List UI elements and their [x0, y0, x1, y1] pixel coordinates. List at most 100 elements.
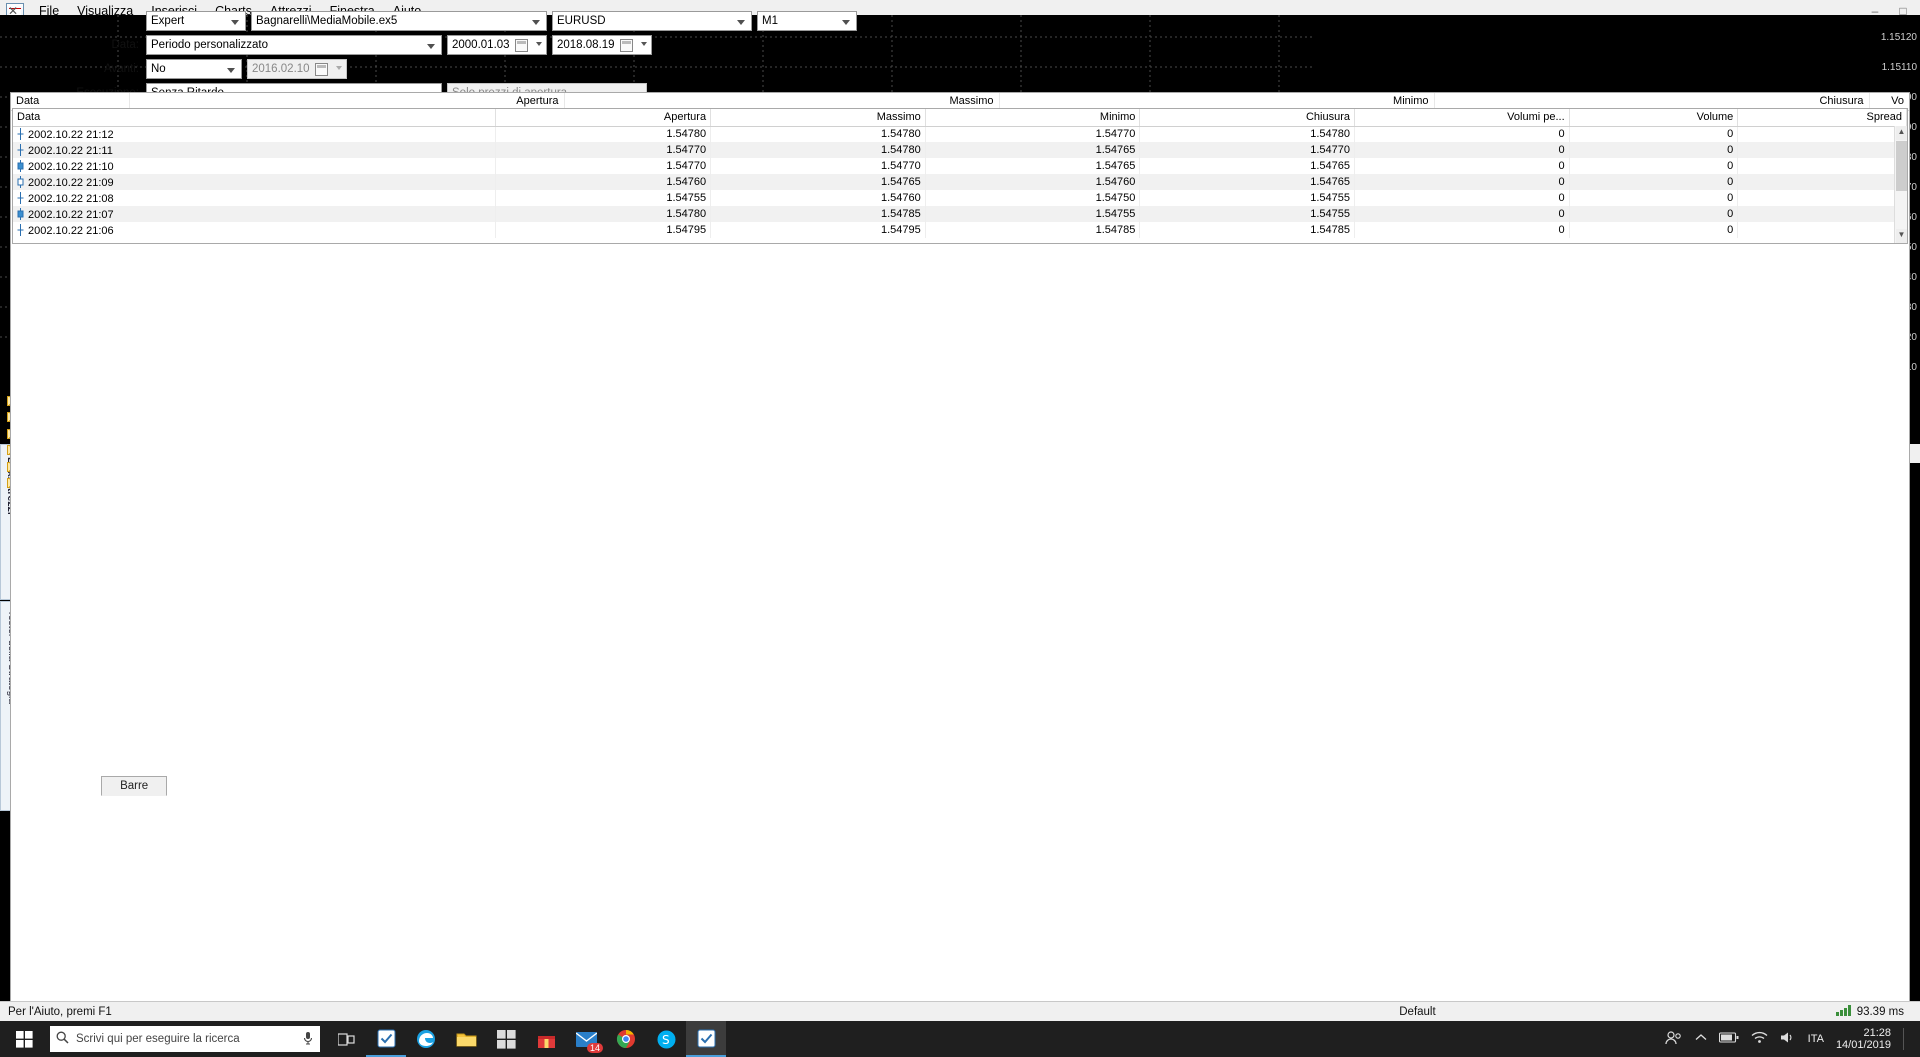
battery-icon[interactable] — [1718, 1032, 1739, 1046]
date-from-input[interactable]: 2000.01.03 — [447, 34, 547, 55]
imp-cell-massimo: 1.54785 — [710, 206, 926, 222]
calendar-icon[interactable] — [620, 38, 633, 52]
volume-icon[interactable] — [1780, 1031, 1796, 1047]
tray-clock[interactable]: 21:28 14/01/2019 — [1836, 1027, 1891, 1051]
imp-cell-volumi-pe: 0 — [1354, 190, 1570, 206]
imp-col-minimo[interactable]: Minimo — [925, 109, 1141, 127]
search-placeholder-text: Scrivi qui per eseguire la ricerca — [76, 1033, 240, 1045]
table-row[interactable]: 2002.10.22 21:07 1.54780 1.54785 1.54755 1.5… — [13, 206, 1907, 222]
taskbar-item-edge[interactable] — [406, 1021, 446, 1057]
imp-col-data[interactable]: Data — [13, 109, 497, 127]
show-desktop-button[interactable] — [1903, 1028, 1908, 1050]
imp-cell-apertura: 1.54780 — [495, 126, 712, 142]
imp-cell-apertura: 1.54755 — [495, 190, 712, 206]
task-view-icon[interactable] — [326, 1021, 366, 1057]
scroll-thumb[interactable] — [1896, 141, 1907, 191]
table-row[interactable]: 2002.10.22 21:12 1.54780 1.54780 1.54770 1.5… — [13, 126, 1907, 142]
tray-lang[interactable]: ITA — [1808, 1033, 1824, 1045]
imp-cell-data: 2002.10.22 21:09 — [13, 174, 497, 190]
data-mode-select[interactable]: Periodo personalizzato — [146, 34, 442, 55]
imp-col-volumi-pe[interactable]: Volumi pe... — [1354, 109, 1570, 127]
calendar-icon[interactable] — [515, 38, 528, 52]
ping-value: 93.39 ms — [1856, 1005, 1904, 1018]
scroll-down-icon[interactable]: ▼ — [1896, 229, 1907, 243]
chevron-up-icon[interactable] — [1695, 1033, 1707, 1045]
imp-cell-chiusura: 1.54765 — [1139, 174, 1356, 190]
signal-icon — [1835, 1004, 1852, 1019]
candle-doji-icon — [17, 223, 24, 236]
taskbar-item-store[interactable] — [486, 1021, 526, 1057]
imp-cell-spread: 0 — [1737, 158, 1907, 174]
imp-cell-volumi-pe: 0 — [1354, 126, 1570, 142]
chevron-down-icon — [336, 65, 342, 70]
expert-path-select[interactable]: Bagnarelli\MediaMobile.ex5 — [251, 10, 547, 31]
imp-col-volume[interactable]: Volume — [1569, 109, 1739, 127]
imp-cell-apertura: 1.54795 — [495, 222, 712, 238]
imp-cell-apertura: 1.54760 — [495, 174, 712, 190]
date-to-value: 2018.08.19 — [557, 38, 615, 51]
windows-taskbar: Scrivi qui per eseguire la ricerca 14 S … — [0, 1021, 1920, 1057]
calendar-icon — [315, 62, 328, 76]
imp-cell-massimo: 1.54780 — [710, 142, 926, 158]
import-table-scrollbar[interactable]: ▲ ▼ — [1894, 126, 1907, 243]
date-from-value: 2000.01.03 — [452, 38, 510, 51]
date-to-input[interactable]: 2018.08.19 — [552, 34, 652, 55]
imp-cell-volumi-pe: 0 — [1354, 142, 1570, 158]
candle-doji-icon — [17, 191, 24, 204]
imp-cell-massimo: 1.54765 — [710, 174, 926, 190]
imp-col-chiusura[interactable]: Chiusura — [1139, 109, 1356, 127]
avanti-date-value: 2016.02.10 — [252, 62, 310, 75]
imp-cell-data: 2002.10.22 21:12 — [13, 126, 497, 142]
taskbar-item-metatrader[interactable] — [686, 1021, 726, 1057]
imp-cell-chiusura: 1.54780 — [1139, 126, 1356, 142]
imp-cell-volume: 0 — [1569, 206, 1739, 222]
imp-cell-massimo: 1.54780 — [710, 126, 926, 142]
status-profile[interactable]: Default — [1399, 1006, 1435, 1018]
symbol-select[interactable]: EURUSD — [552, 10, 752, 31]
taskbar-item-skype[interactable]: S — [646, 1021, 686, 1057]
imp-cell-spread: 0 — [1737, 142, 1907, 158]
tester-close-icon[interactable]: ✕ — [8, 4, 18, 18]
avanti-date-input: 2016.02.10 — [247, 58, 347, 79]
taskbar-item-chrome[interactable] — [606, 1021, 646, 1057]
taskbar-tray: ITA 21:28 14/01/2019 — [1665, 1027, 1920, 1051]
chevron-down-icon[interactable] — [641, 41, 647, 46]
imp-cell-massimo: 1.54760 — [710, 190, 926, 206]
table-row[interactable]: 2002.10.22 21:09 1.54760 1.54765 1.54760 1.5… — [13, 174, 1907, 190]
import-preview-table[interactable]: Data Apertura Massimo Minimo Chiusura Vo… — [12, 108, 1908, 244]
tab-barre[interactable]: Barre — [101, 776, 168, 796]
taskbar-search[interactable]: Scrivi qui per eseguire la ricerca — [50, 1026, 320, 1052]
imp-cell-massimo: 1.54770 — [710, 158, 926, 174]
taskbar-item-explorer[interactable] — [446, 1021, 486, 1057]
taskbar-item-todo[interactable] — [366, 1021, 406, 1057]
imp-col-massimo[interactable]: Massimo — [710, 109, 926, 127]
imp-cell-chiusura: 1.54770 — [1139, 142, 1356, 158]
start-button[interactable] — [0, 1021, 48, 1057]
imp-col-apertura[interactable]: Apertura — [495, 109, 712, 127]
table-row[interactable]: 2002.10.22 21:11 1.54770 1.54780 1.54765 1.5… — [13, 142, 1907, 158]
table-row[interactable]: 2002.10.22 21:08 1.54755 1.54760 1.54750 1.5… — [13, 190, 1907, 206]
svg-text:S: S — [662, 1033, 670, 1047]
imp-cell-data: 2002.10.22 21:11 — [13, 142, 497, 158]
status-ping: 93.39 ms — [1835, 1004, 1904, 1019]
table-row[interactable]: 2002.10.22 21:10 1.54770 1.54770 1.54765 1.5… — [13, 158, 1907, 174]
imp-cell-minimo: 1.54765 — [925, 158, 1141, 174]
candle-up-icon — [17, 175, 24, 188]
imp-cell-minimo: 1.54755 — [925, 206, 1141, 222]
imp-col-spread[interactable]: Spread — [1737, 109, 1907, 127]
wifi-icon[interactable] — [1751, 1031, 1768, 1047]
taskbar-item-mail[interactable]: 14 — [566, 1021, 606, 1057]
people-icon[interactable] — [1665, 1030, 1683, 1048]
expert-type-select[interactable]: Expert — [146, 10, 246, 31]
taskbar-item-gift[interactable] — [526, 1021, 566, 1057]
microphone-icon[interactable] — [302, 1031, 314, 1048]
table-row[interactable]: 2002.10.22 21:06 1.54795 1.54795 1.54785 1.5… — [13, 222, 1907, 238]
scroll-up-icon[interactable]: ▲ — [1896, 126, 1907, 140]
period-select[interactable]: M1 — [757, 10, 857, 31]
imp-cell-minimo: 1.54785 — [925, 222, 1141, 238]
imp-cell-volumi-pe: 0 — [1354, 206, 1570, 222]
imp-cell-spread: 0 — [1737, 174, 1907, 190]
avanti-select[interactable]: No — [146, 58, 242, 79]
imp-cell-volume: 0 — [1569, 142, 1739, 158]
chevron-down-icon[interactable] — [536, 41, 542, 46]
